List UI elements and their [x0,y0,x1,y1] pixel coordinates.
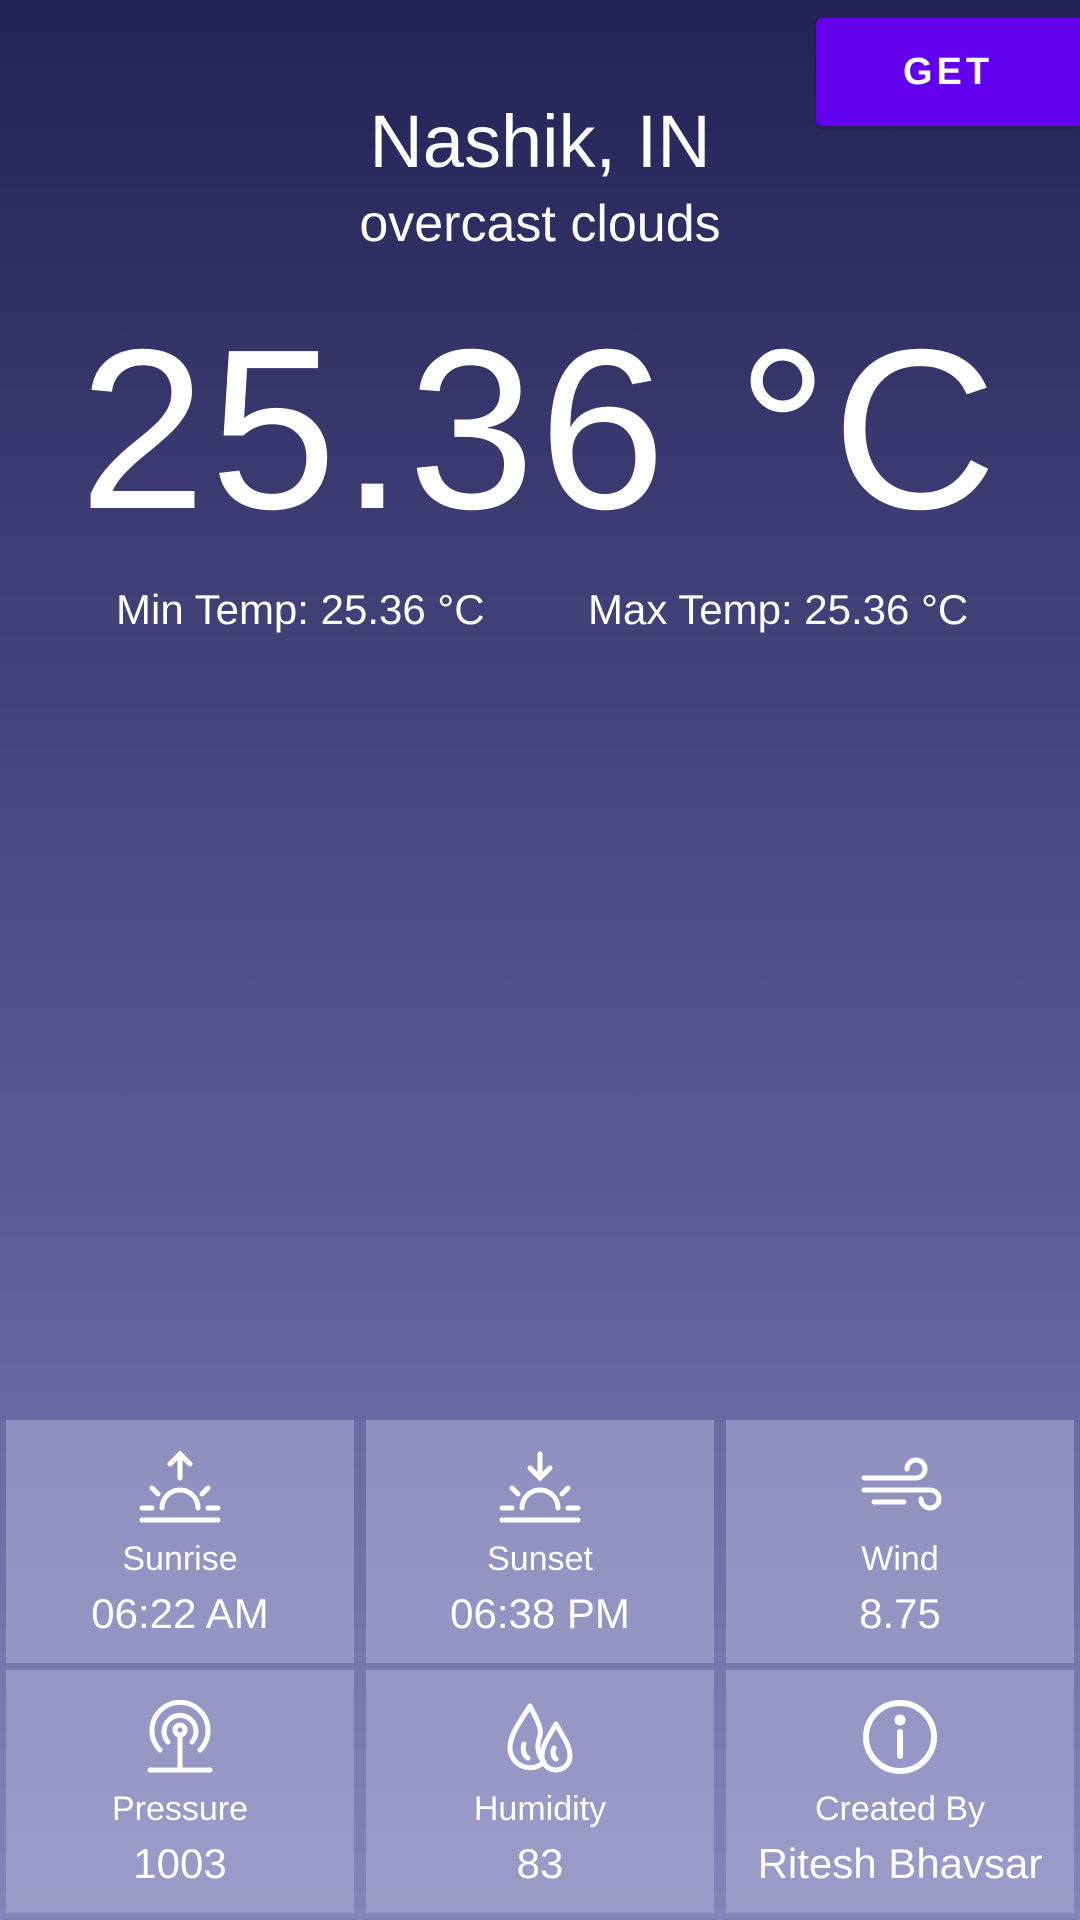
detail-label: Humidity [473,1790,607,1828]
detail-value: 83 [516,1840,564,1887]
detail-value: 06:38 PM [450,1590,630,1637]
detail-label: Sunrise [122,1540,238,1578]
weather-description: overcast clouds [359,195,721,253]
detail-label: Pressure [111,1790,249,1828]
sunset-icon [495,1448,585,1526]
weather-details-grid: Sunrise 06:22 AM Sunset 06:38 PM Wind 8.… [6,1420,1074,1914]
detail-label: Sunset [487,1540,593,1578]
detail-tile-created-by: Created By Ritesh Bhavsar [726,1670,1074,1913]
max-temperature: Max Temp: 25.36 °C [588,586,969,633]
detail-value: 06:22 AM [91,1590,269,1637]
info-icon [855,1698,945,1776]
detail-tile-sunrise: Sunrise 06:22 AM [6,1420,354,1663]
detail-value: 8.75 [859,1590,941,1637]
detail-label: Created By [814,1790,986,1828]
pressure-gauge-icon [135,1698,225,1776]
humidity-drops-icon [495,1698,585,1776]
detail-tile-pressure: Pressure 1003 [6,1670,354,1913]
detail-tile-wind: Wind 8.75 [726,1420,1074,1663]
detail-value: 1003 [133,1840,227,1887]
location-title: Nashik, IN [369,100,711,183]
wind-icon [855,1448,945,1526]
detail-label: Wind [861,1540,939,1578]
current-temperature: 25.36 °C [79,303,1001,557]
sunrise-icon [135,1448,225,1526]
detail-tile-sunset: Sunset 06:38 PM [366,1420,714,1663]
min-temperature: Min Temp: 25.36 °C [116,586,485,633]
detail-tile-humidity: Humidity 83 [366,1670,714,1913]
detail-value: Ritesh Bhavsar [757,1840,1043,1887]
